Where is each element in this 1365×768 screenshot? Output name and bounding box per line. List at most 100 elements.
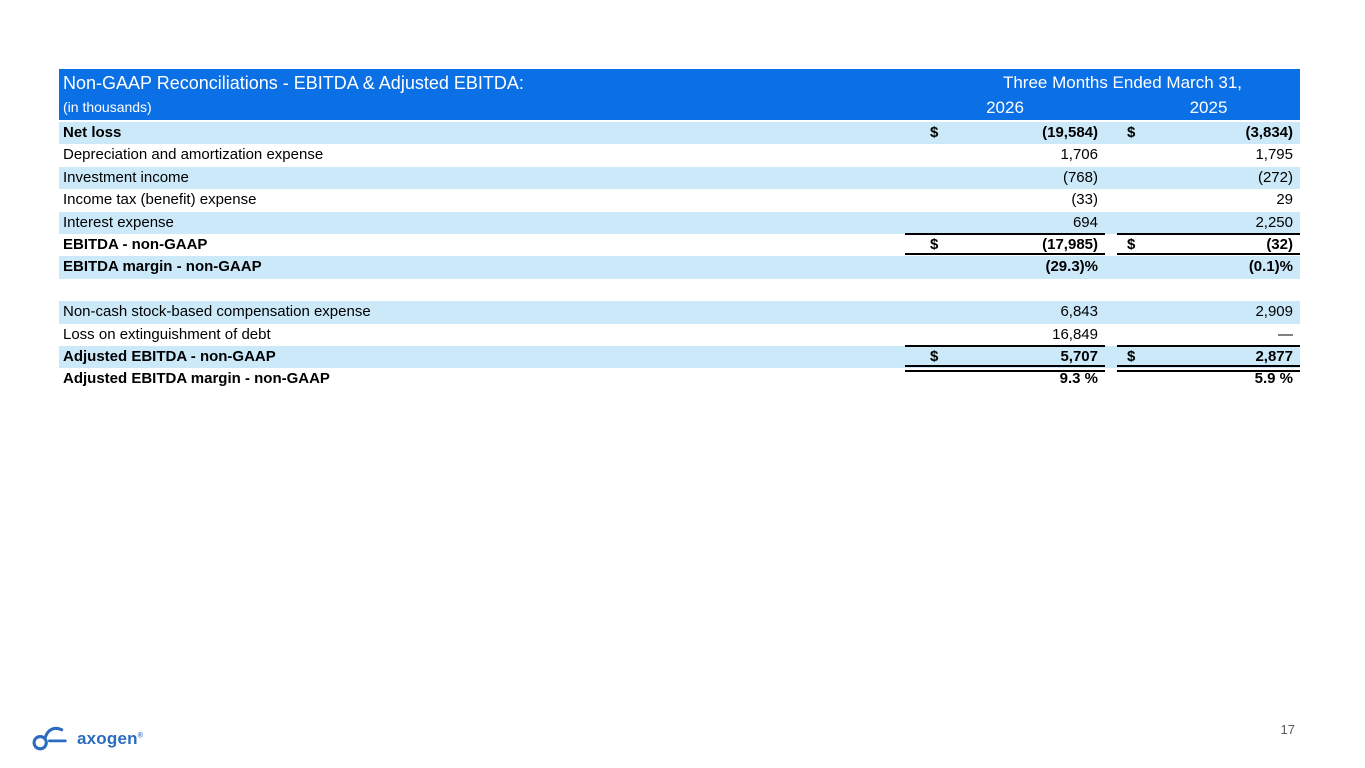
- group-2025: 2,250: [1117, 212, 1300, 234]
- value-2025: 2,250: [1162, 212, 1300, 234]
- row-label: Depreciation and amortization expense: [59, 144, 905, 166]
- value-2026: 16,849: [950, 324, 1105, 346]
- table-title: Non-GAAP Reconciliations - EBITDA & Adju…: [63, 70, 524, 97]
- row-label: Net loss: [59, 122, 905, 144]
- currency-symbol-2026: [905, 324, 950, 346]
- value-2026: 1,706: [950, 144, 1105, 166]
- table-row: Adjusted EBITDA - non-GAAP$5,707$2,877: [59, 346, 1300, 368]
- total-rule-top-2026: [905, 233, 1105, 235]
- value-2026: (768): [950, 167, 1105, 189]
- group-2026: 9.3 %: [905, 368, 1105, 390]
- currency-symbol-2025: [1117, 189, 1162, 211]
- value-2026: 6,843: [950, 301, 1105, 323]
- axogen-logo: axogen®: [31, 719, 143, 759]
- row-label: Adjusted EBITDA margin - non-GAAP: [59, 368, 905, 390]
- column-gap: [1105, 279, 1117, 301]
- value-2026: 694: [950, 212, 1105, 234]
- row-label: EBITDA margin - non-GAAP: [59, 256, 905, 278]
- value-2025: —: [1162, 324, 1300, 346]
- value-2026: (29.3)%: [950, 256, 1105, 278]
- column-gap: [1105, 189, 1117, 211]
- table-rows: Net loss$(19,584)$(3,834)Depreciation an…: [59, 122, 1300, 391]
- currency-symbol-2025: [1117, 279, 1162, 301]
- total-rule-top-2026: [905, 345, 1105, 347]
- currency-symbol-2026: [905, 167, 950, 189]
- group-2025: (272): [1117, 167, 1300, 189]
- currency-symbol-2025: [1117, 212, 1162, 234]
- table-row: Depreciation and amortization expense 1,7…: [59, 144, 1300, 166]
- spacer-row: [59, 279, 1300, 301]
- currency-symbol-2026: [905, 279, 950, 301]
- table-row: Loss on extinguishment of debt 16,849 —: [59, 324, 1300, 346]
- group-2025: 1,795: [1117, 144, 1300, 166]
- currency-symbol-2025: [1117, 144, 1162, 166]
- group-2026: (33): [905, 189, 1105, 211]
- table-header-right: Three Months Ended March 31, 2026 2025: [905, 70, 1300, 119]
- column-gap: [1105, 167, 1117, 189]
- column-header-2025: 2025: [1117, 96, 1300, 119]
- row-label: Investment income: [59, 167, 905, 189]
- row-label: [59, 279, 905, 301]
- group-2025: 2,909: [1117, 301, 1300, 323]
- reconciliation-table: Non-GAAP Reconciliations - EBITDA & Adju…: [59, 69, 1300, 391]
- column-gap: [1105, 234, 1117, 256]
- row-label: Adjusted EBITDA - non-GAAP: [59, 346, 905, 368]
- value-2025: 5.9 %: [1162, 368, 1300, 390]
- value-2026: 9.3 %: [950, 368, 1105, 390]
- group-2025: $(3,834): [1117, 122, 1300, 144]
- currency-symbol-2026: $: [905, 122, 950, 144]
- column-gap: [1105, 368, 1117, 390]
- group-2026: (29.3)%: [905, 256, 1105, 278]
- table-row: Investment income (768) (272): [59, 167, 1300, 189]
- table-header: Non-GAAP Reconciliations - EBITDA & Adju…: [59, 69, 1300, 120]
- group-2025: 29: [1117, 189, 1300, 211]
- table-row: Net loss$(19,584)$(3,834): [59, 122, 1300, 144]
- total-rule-top-2025: [1117, 233, 1300, 235]
- page-number: 17: [1281, 722, 1295, 737]
- trademark-symbol: ®: [138, 732, 143, 739]
- group-2026: 16,849: [905, 324, 1105, 346]
- value-2025: (0.1)%: [1162, 256, 1300, 278]
- value-2026: (19,584): [950, 122, 1105, 144]
- currency-symbol-2026: [905, 144, 950, 166]
- currency-symbol-2025: [1117, 167, 1162, 189]
- group-2026: [905, 279, 1105, 301]
- currency-symbol-2026: [905, 301, 950, 323]
- group-2025: (0.1)%: [1117, 256, 1300, 278]
- group-2026: 694: [905, 212, 1105, 234]
- year-column-gap: [1105, 96, 1117, 119]
- total-rule-top-2025: [1117, 345, 1300, 347]
- table-row: Income tax (benefit) expense(33) 29: [59, 189, 1300, 211]
- currency-symbol-2025: [1117, 256, 1162, 278]
- value-2025: (3,834): [1162, 122, 1300, 144]
- currency-symbol-2026: [905, 256, 950, 278]
- row-label: Income tax (benefit) expense: [59, 189, 905, 211]
- table-row: EBITDA margin - non-GAAP (29.3)% (0.1)%: [59, 256, 1300, 278]
- table-header-left: Non-GAAP Reconciliations - EBITDA & Adju…: [63, 70, 524, 118]
- column-header-2026: 2026: [905, 96, 1105, 119]
- row-label: Loss on extinguishment of debt: [59, 324, 905, 346]
- column-gap: [1105, 256, 1117, 278]
- currency-symbol-2025: [1117, 368, 1162, 390]
- value-2025: (272): [1162, 167, 1300, 189]
- table-subtitle: (in thousands): [63, 97, 524, 118]
- row-label: Interest expense: [59, 212, 905, 234]
- value-2025: 1,795: [1162, 144, 1300, 166]
- row-label: EBITDA - non-GAAP: [59, 234, 905, 256]
- row-label: Non-cash stock-based compensation expens…: [59, 301, 905, 323]
- group-2025: —: [1117, 324, 1300, 346]
- group-2025: 5.9 %: [1117, 368, 1300, 390]
- column-gap: [1105, 301, 1117, 323]
- column-gap: [1105, 324, 1117, 346]
- axogen-wordmark: axogen®: [77, 729, 143, 749]
- currency-symbol-2026: [905, 368, 950, 390]
- currency-symbol-2026: [905, 189, 950, 211]
- brand-text: axogen: [77, 729, 138, 748]
- value-2025: 29: [1162, 189, 1300, 211]
- group-2026: 6,843: [905, 301, 1105, 323]
- column-gap: [1105, 144, 1117, 166]
- group-2026: $(19,584): [905, 122, 1105, 144]
- table-row: Adjusted EBITDA margin - non-GAAP 9.3 % 5.…: [59, 368, 1300, 390]
- group-2026: 1,706: [905, 144, 1105, 166]
- slide: Non-GAAP Reconciliations - EBITDA & Adju…: [0, 0, 1365, 768]
